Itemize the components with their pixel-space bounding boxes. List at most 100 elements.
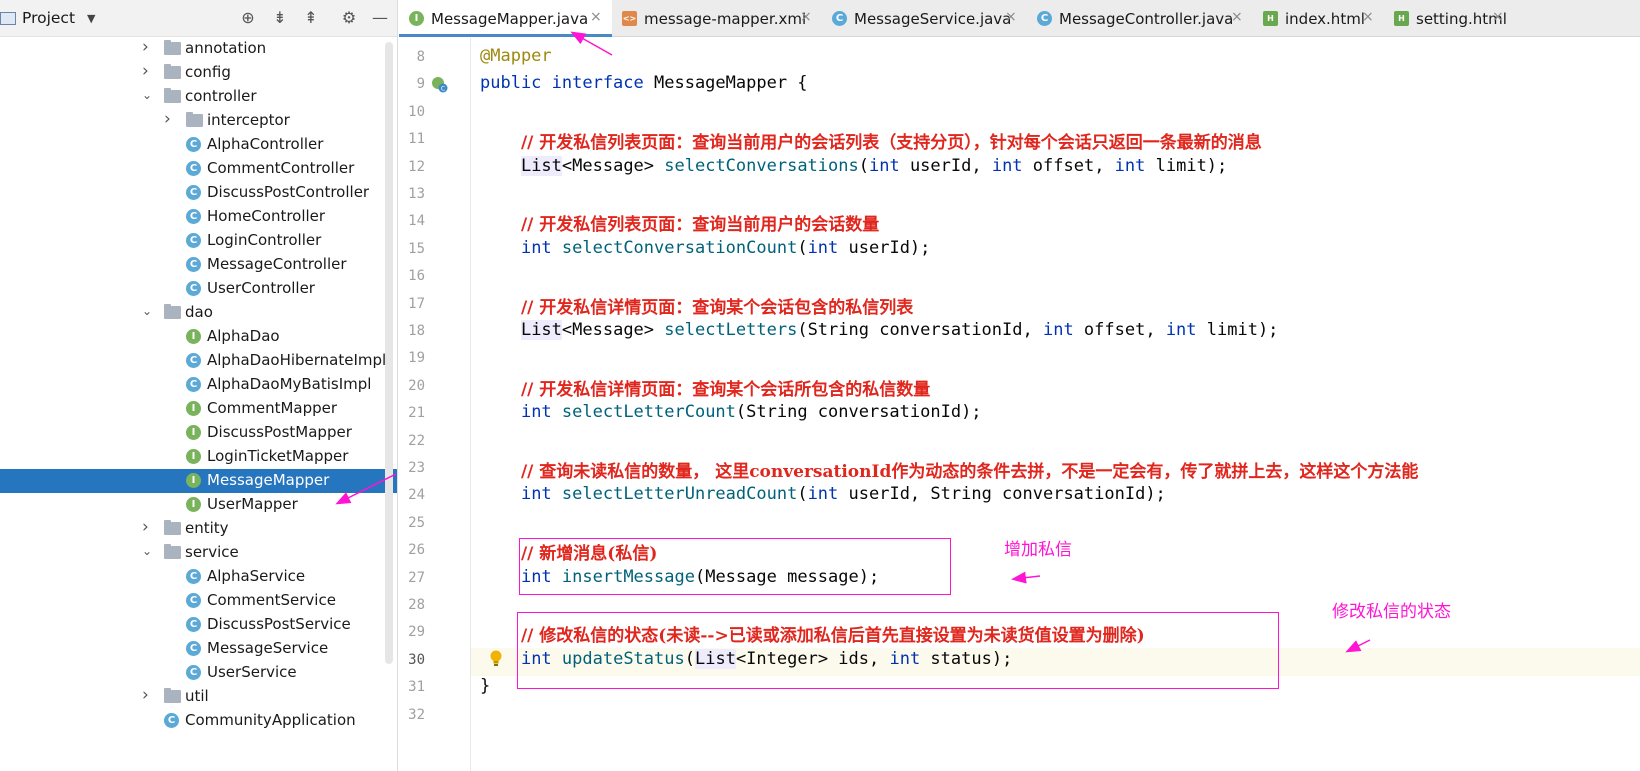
gear-icon[interactable]: ⚙ [339, 8, 359, 28]
code-line[interactable]: List<Message> selectConversations(int us… [480, 155, 1228, 176]
folder-icon [164, 304, 181, 319]
tree-item-label: AlphaService [207, 567, 306, 585]
tree-item-entity[interactable]: › entity [0, 517, 397, 541]
html-file-icon: H [1394, 11, 1409, 26]
code-token: ( [858, 155, 869, 176]
minimize-icon[interactable]: — [370, 8, 390, 28]
tree-item-service[interactable]: ⌄ service [0, 541, 397, 565]
tree-item-messagemapper[interactable]: I MessageMapper [0, 469, 397, 493]
implementation-gutter-icon[interactable]: C [431, 76, 448, 93]
code-token: limit); [1155, 155, 1228, 176]
tree-item-discusspostmapper[interactable]: I DiscussPostMapper [0, 421, 397, 445]
chevron-down-icon[interactable]: ▼ [87, 12, 95, 25]
tree-item-discusspostservice[interactable]: C DiscussPostService [0, 613, 397, 637]
class-file-icon: C [832, 11, 847, 26]
tree-scrollbar[interactable] [385, 42, 393, 664]
code-token: int [1042, 320, 1084, 340]
tree-item-dao[interactable]: ⌄ dao [0, 301, 397, 325]
interface-icon: I [186, 497, 201, 512]
lightbulb-icon[interactable] [489, 650, 503, 668]
tab-messagemapper-java[interactable]: I MessageMapper.java × [399, 0, 612, 37]
collapse-all-icon[interactable]: ⇞ [301, 8, 321, 28]
code-line[interactable]: } [480, 676, 490, 696]
code-token: int [520, 402, 562, 423]
chevron-down-icon[interactable]: ⌄ [142, 88, 154, 102]
interface-icon: I [186, 401, 201, 416]
tree-item-label: DiscussPostMapper [207, 423, 352, 441]
tree-item-commentmapper[interactable]: I CommentMapper [0, 397, 397, 421]
code-line[interactable]: // 查询未读私信的数量， 这里conversationId作为动态的条件去拼，… [480, 457, 1418, 482]
close-icon[interactable]: × [800, 9, 812, 25]
chevron-down-icon[interactable]: ⌄ [142, 544, 154, 558]
tree-item-homecontroller[interactable]: C HomeController [0, 205, 397, 229]
tab-index-html[interactable]: Hindex.html × [1253, 0, 1384, 37]
tree-item-loginticketmapper[interactable]: I LoginTicketMapper [0, 445, 397, 469]
tree-item-messagecontroller[interactable]: C MessageController [0, 253, 397, 277]
close-icon[interactable]: × [1231, 9, 1243, 25]
code-line[interactable]: // 开发私信列表页面：查询当前用户的会话数量 [480, 210, 879, 235]
code-line[interactable]: public interface MessageMapper { [480, 73, 808, 93]
tree-item-usercontroller[interactable]: C UserController [0, 277, 397, 301]
tree-item-messageservice[interactable]: C MessageService [0, 637, 397, 661]
tree-item-alphadaohibernateimpl[interactable]: C AlphaDaoHibernateImpl [0, 349, 397, 373]
code-line[interactable]: int selectConversationCount(int userId); [480, 238, 930, 258]
code-editor[interactable]: C 8 9 10 11 12 13 14 15 16 17 18 19 20 21 22 23 24 25 26 27… [399, 38, 1640, 771]
html-file-icon: H [1263, 11, 1278, 26]
interface-icon: I [186, 473, 201, 488]
tree-item-userservice[interactable]: C UserService [0, 661, 397, 685]
code-line[interactable]: // 开发私信详情页面：查询某个会话包含的私信列表 [480, 293, 913, 318]
line-number: 12 [408, 158, 425, 175]
chevron-right-icon[interactable]: › [164, 109, 176, 129]
code-line[interactable]: int selectLetterUnreadCount(int userId, … [480, 484, 1166, 504]
code-token: public interface [480, 73, 654, 94]
tree-item-usermapper[interactable]: I UserMapper [0, 493, 397, 517]
chevron-right-icon[interactable]: › [142, 517, 154, 537]
class-icon: C [186, 569, 201, 584]
tab-message-mapper-xml[interactable]: <> message-mapper.xml × [612, 0, 822, 37]
tree-item-alphadaomybatisimpl[interactable]: C AlphaDaoMyBatisImpl [0, 373, 397, 397]
tree-item-communityapplication[interactable]: C CommunityApplication [0, 709, 397, 733]
code-line[interactable]: @Mapper [480, 46, 552, 66]
code-line[interactable]: // 开发私信列表页面：查询当前用户的会话列表（支持分页），针对每个会话只返回一… [480, 128, 1262, 153]
tree-item-interceptor[interactable]: › interceptor [0, 109, 397, 133]
line-number: 27 [408, 569, 425, 586]
close-icon[interactable]: × [1492, 9, 1504, 25]
tree-item-annotation[interactable]: › annotation [0, 37, 397, 61]
tree-item-controller[interactable]: ⌄ controller [0, 85, 397, 109]
tab-setting-html[interactable]: Hsetting.html × [1384, 0, 1514, 37]
chevron-down-icon[interactable]: ⌄ [142, 304, 154, 318]
chevron-right-icon[interactable]: › [142, 61, 154, 81]
code-line[interactable]: List<Message> selectLetters(String conve… [480, 320, 1278, 340]
project-panel-title[interactable]: Project [22, 9, 75, 27]
class-icon: C [186, 233, 201, 248]
code-line[interactable]: // 开发私信详情页面：查询某个会话所包含的私信数量 [480, 375, 930, 400]
tree-item-discusspostcontroller[interactable]: C DiscussPostController [0, 181, 397, 205]
folder-icon [164, 520, 181, 535]
locate-icon[interactable]: ⊕ [238, 8, 258, 28]
chevron-right-icon[interactable]: › [142, 685, 154, 705]
tab-messageservice-java[interactable]: C MessageService.java × [822, 0, 1027, 37]
code-line[interactable]: int selectLetterCount(String conversatio… [480, 402, 982, 422]
tree-item-commentservice[interactable]: C CommentService [0, 589, 397, 613]
tree-item-label: UserMapper [207, 495, 298, 513]
expand-all-icon[interactable]: ⇟ [270, 8, 290, 28]
tree-item-config[interactable]: › config [0, 61, 397, 85]
tree-item-alphadao[interactable]: I AlphaDao [0, 325, 397, 349]
line-number: 21 [408, 405, 425, 422]
line-number: 9 [416, 76, 425, 93]
close-icon[interactable]: × [590, 9, 602, 25]
tree-item-alphaservice[interactable]: C AlphaService [0, 565, 397, 589]
tree-item-util[interactable]: › util [0, 685, 397, 709]
line-number: 11 [408, 131, 425, 148]
close-icon[interactable]: × [1362, 9, 1374, 25]
line-number: 30 [408, 651, 425, 668]
tree-item-label: entity [185, 519, 229, 537]
tree-item-logincontroller[interactable]: C LoginController [0, 229, 397, 253]
tree-item-commentcontroller[interactable]: C CommentController [0, 157, 397, 181]
tab-messagecontroller-java[interactable]: C MessageController.java × [1027, 0, 1253, 37]
close-icon[interactable]: × [1005, 9, 1017, 25]
chevron-right-icon[interactable]: › [142, 37, 154, 57]
tree-item-alphacontroller[interactable]: C AlphaController [0, 133, 397, 157]
tree-item-label: DiscussPostController [207, 183, 370, 201]
